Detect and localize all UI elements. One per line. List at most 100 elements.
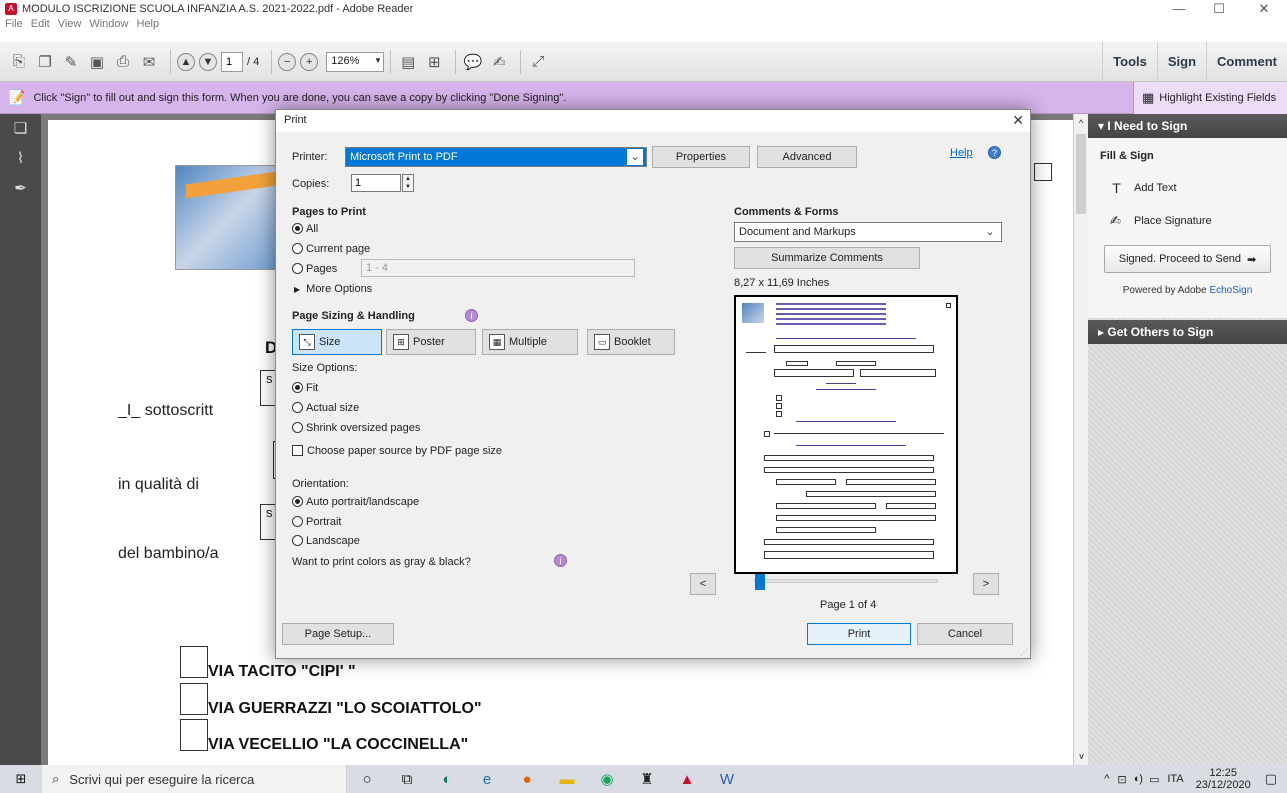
proceed-to-send-button[interactable]: Signed. Proceed to Send ➡ [1104, 245, 1271, 273]
poster-button[interactable]: ⊞ Poster [386, 329, 476, 355]
place-signature-tool[interactable]: ✍ Place Signature [1110, 213, 1277, 229]
print-icon[interactable]: ⎙ [112, 51, 134, 73]
zoom-out-icon[interactable]: − [278, 52, 297, 71]
page-setup-button[interactable]: Page Setup... [282, 623, 394, 645]
info-icon[interactable]: i [465, 309, 478, 322]
windows-start-icon[interactable]: ⊞ [0, 765, 42, 793]
cortana-icon[interactable]: ○ [347, 765, 387, 793]
info-icon[interactable]: i [554, 554, 567, 567]
attachments-icon[interactable]: ⌇ [0, 144, 41, 174]
option-checkbox-scoiattolo[interactable] [180, 683, 208, 715]
prev-page-icon[interactable]: ▲ [177, 52, 195, 71]
acrobat-icon[interactable]: ▲ [667, 765, 707, 793]
firefox-icon[interactable]: ● [507, 765, 547, 793]
save-icon[interactable]: ▣ [86, 51, 108, 73]
chevron-up-icon[interactable]: ^ [1104, 773, 1109, 785]
booklet-button[interactable]: ▭ Booklet [587, 329, 675, 355]
next-page-button[interactable]: > [973, 573, 999, 595]
display-icon[interactable]: ▭ [1149, 773, 1159, 786]
edge-icon[interactable]: ◐ [427, 765, 467, 793]
doc-checkbox[interactable] [1034, 163, 1052, 181]
comments-select[interactable]: Document and Markups ⌄ [734, 222, 1002, 242]
radio-auto-orientation[interactable]: Auto portrait/landscape [292, 496, 419, 508]
highlight-fields-button[interactable]: ▦ Highlight Existing Fields [1133, 82, 1287, 114]
help-icon[interactable]: ? [988, 146, 1001, 159]
notifications-icon[interactable]: ▢ [1265, 771, 1277, 787]
printer-select[interactable]: Microsoft Print to PDF ⌄ [345, 147, 647, 167]
summarize-comments-button[interactable]: Summarize Comments [734, 247, 920, 269]
option-checkbox-cipi[interactable] [180, 646, 208, 678]
taskbar-search[interactable]: ⌕ Scrivi qui per eseguire la ricerca [42, 765, 347, 793]
task-view-icon[interactable]: ⧉ [387, 765, 427, 793]
edit-icon[interactable]: ✎ [60, 51, 82, 73]
pages-range-input[interactable]: 1 - 4 [361, 259, 635, 277]
choose-paper-checkbox[interactable]: Choose paper source by PDF page size [292, 445, 502, 457]
multiple-button[interactable]: ▦ Multiple [482, 329, 578, 355]
scroll-thumb[interactable] [1076, 134, 1086, 214]
radio-landscape[interactable]: Landscape [292, 535, 360, 547]
need-to-sign-header[interactable]: ▾ I Need to Sign [1088, 114, 1287, 138]
fit-width-icon[interactable]: ⊞ [423, 51, 445, 73]
page-number-input[interactable] [221, 51, 243, 72]
fullscreen-icon[interactable]: ⤢ [527, 51, 549, 73]
help-link[interactable]: Help [950, 147, 973, 159]
properties-button[interactable]: Properties [652, 146, 750, 168]
zoom-select[interactable]: 126% ▾ [326, 51, 385, 72]
sign-pen-icon[interactable]: ✍ [488, 51, 510, 73]
minimize-button[interactable]: — [1159, 0, 1199, 18]
radio-actual-size[interactable]: Actual size [292, 402, 359, 414]
close-window-button[interactable]: ✕ [1244, 0, 1284, 18]
size-button[interactable]: ⤡ Size [292, 329, 382, 355]
radio-current-page[interactable]: Current page [292, 243, 370, 255]
more-options-toggle[interactable]: ▶ More Options [294, 283, 372, 295]
menu-file[interactable]: File [5, 18, 23, 30]
ie-icon[interactable]: e [467, 765, 507, 793]
radio-fit[interactable]: Fit [292, 382, 318, 394]
comment-icon[interactable]: 💬 [462, 51, 484, 73]
cancel-button[interactable]: Cancel [917, 623, 1013, 645]
language-indicator[interactable]: ITA [1167, 773, 1183, 785]
email-icon[interactable]: ✉ [138, 51, 160, 73]
page-thumbnails-icon[interactable]: ❏ [0, 114, 41, 144]
clock[interactable]: 12:25 23/12/2020 [1196, 767, 1251, 791]
menu-edit[interactable]: Edit [31, 18, 50, 30]
dialog-close-icon[interactable]: ✕ [1012, 110, 1024, 130]
tab-sign[interactable]: Sign [1156, 42, 1206, 82]
print-button[interactable]: Print [807, 623, 911, 645]
fit-page-icon[interactable]: ▤ [397, 51, 419, 73]
signatures-icon[interactable]: ✒ [0, 174, 41, 204]
menu-help[interactable]: Help [136, 18, 159, 30]
network-icon[interactable]: ⊡ [1117, 773, 1126, 786]
tab-tools[interactable]: Tools [1102, 42, 1157, 82]
prev-page-button[interactable]: < [690, 573, 716, 595]
copies-input[interactable] [351, 174, 401, 192]
radio-portrait[interactable]: Portrait [292, 516, 341, 528]
chrome-icon[interactable]: ◉ [587, 765, 627, 793]
menu-view[interactable]: View [58, 18, 82, 30]
file-explorer-icon[interactable]: ▬ [547, 765, 587, 793]
volume-icon[interactable]: ◖) [1133, 773, 1143, 785]
app-icon[interactable]: ♜ [627, 765, 667, 793]
scroll-up-icon[interactable]: ^ [1074, 118, 1088, 128]
create-pdf-icon[interactable]: ⎘ [8, 51, 30, 73]
next-page-icon[interactable]: ▼ [199, 52, 217, 71]
page-slider[interactable] [754, 574, 938, 590]
slider-thumb[interactable] [755, 574, 765, 590]
radio-pages[interactable]: Pages [292, 263, 337, 275]
radio-shrink[interactable]: Shrink oversized pages [292, 422, 420, 434]
get-others-header[interactable]: ▸ Get Others to Sign [1088, 320, 1287, 344]
word-icon[interactable]: W [707, 765, 747, 793]
zoom-in-icon[interactable]: + [300, 52, 319, 71]
radio-all[interactable]: All [292, 223, 318, 235]
combine-icon[interactable]: ❐ [34, 51, 56, 73]
tab-comment[interactable]: Comment [1206, 42, 1287, 82]
scroll-down-icon[interactable]: v [1074, 751, 1089, 761]
copies-stepper[interactable]: ▲ ▼ [402, 174, 414, 192]
maximize-button[interactable]: ☐ [1199, 0, 1239, 18]
document-scrollbar[interactable]: ^ v [1073, 114, 1088, 765]
option-checkbox-coccinella[interactable] [180, 719, 208, 751]
add-text-tool[interactable]: Ｔ Add Text [1110, 178, 1277, 197]
echosign-link[interactable]: EchoSign [1209, 285, 1252, 296]
menu-window[interactable]: Window [89, 18, 128, 30]
advanced-button[interactable]: Advanced [757, 146, 857, 168]
